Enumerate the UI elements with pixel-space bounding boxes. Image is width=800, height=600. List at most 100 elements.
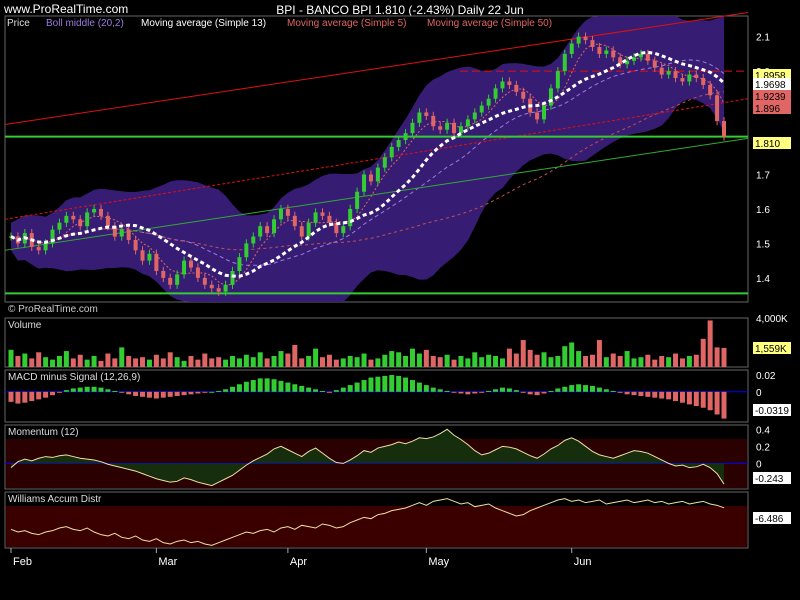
candle <box>715 95 720 122</box>
volume-bar <box>444 354 450 367</box>
candle <box>465 119 470 127</box>
candle <box>355 191 360 209</box>
candle <box>507 81 512 85</box>
volume-bar <box>548 357 554 367</box>
candle <box>202 277 207 285</box>
macd-bar <box>721 391 727 419</box>
candle <box>230 270 235 285</box>
candle <box>722 121 726 137</box>
volume-bar <box>652 359 658 367</box>
macd-bar <box>306 387 312 392</box>
volume-bar <box>264 358 270 367</box>
volume-bar <box>375 358 381 367</box>
macd-panel-label: MACD minus Signal (12,26,9) <box>8 372 140 383</box>
volume-bar <box>472 352 478 367</box>
volume-bar <box>306 355 312 367</box>
volume-bar <box>465 358 471 367</box>
macd-tick-label: 0 <box>756 388 762 399</box>
macd-bar <box>354 382 360 392</box>
candle <box>188 260 193 268</box>
candle <box>535 112 540 120</box>
volume-bar <box>555 355 561 367</box>
volume-bar <box>416 353 422 367</box>
volume-bar <box>333 359 339 367</box>
macd-bar <box>520 391 526 393</box>
volume-bar <box>347 355 353 367</box>
macd-bar <box>631 391 637 396</box>
chart-svg[interactable]: 2.12.01.91.81.71.61.51.41.89581.96981.92… <box>0 0 800 600</box>
macd-bar <box>216 390 222 392</box>
macd-tick-label: 0.02 <box>756 371 776 382</box>
macd-bar <box>617 391 623 393</box>
macd-bar <box>36 391 42 400</box>
candle <box>514 84 519 92</box>
macd-bar <box>278 380 284 392</box>
candle <box>431 115 436 127</box>
candle <box>272 219 277 234</box>
volume-bar <box>292 344 298 367</box>
volume-bar <box>368 359 374 367</box>
candle <box>645 53 650 61</box>
candle <box>424 112 429 116</box>
momentum-tick-label: 0 <box>756 459 762 470</box>
candle <box>78 219 83 227</box>
macd-bar <box>499 387 505 392</box>
volume-bar <box>714 347 720 367</box>
volume-bar <box>403 355 409 367</box>
candle <box>251 236 256 244</box>
macd-bar <box>430 387 436 392</box>
volume-bar <box>56 355 62 367</box>
candle <box>161 270 166 278</box>
macd-bar <box>610 390 616 392</box>
candle <box>36 246 41 251</box>
macd-bar <box>133 391 139 396</box>
volume-panel-label: Volume <box>8 320 42 331</box>
volume-bar <box>430 355 436 367</box>
volume-bar <box>98 360 104 367</box>
volume-bar <box>216 357 222 367</box>
candle <box>666 71 671 75</box>
candle <box>652 60 657 68</box>
volume-bar <box>389 351 395 367</box>
macd-bar <box>375 376 381 392</box>
macd-bar <box>707 391 713 411</box>
candle <box>258 226 263 237</box>
macd-bar <box>223 389 229 392</box>
volume-bar <box>707 320 713 367</box>
candle <box>500 81 505 89</box>
macd-bar <box>112 390 118 392</box>
volume-bar <box>146 359 152 367</box>
candle <box>327 215 332 223</box>
volume-bar <box>202 353 208 367</box>
price-value-tag: 1.896 <box>755 104 780 115</box>
candle <box>410 122 415 134</box>
month-label-apr: Apr <box>290 556 307 568</box>
volume-bar <box>313 348 319 367</box>
volume-bar <box>686 355 692 367</box>
volume-bar <box>576 351 582 367</box>
volume-bar <box>77 354 83 367</box>
candle <box>542 105 547 120</box>
volume-bar <box>119 347 125 367</box>
macd-bar <box>493 389 499 392</box>
volume-bar <box>223 359 229 367</box>
volume-bar <box>126 355 132 367</box>
volume-bar <box>326 354 332 367</box>
price-tick-label: 2.1 <box>756 33 770 44</box>
macd-bar <box>160 391 166 398</box>
volume-bar <box>659 355 665 367</box>
volume-bar <box>493 355 499 367</box>
macd-bar <box>659 391 665 399</box>
macd-bar <box>589 385 595 392</box>
macd-bar <box>236 384 242 392</box>
candle <box>105 215 110 227</box>
macd-bar <box>202 391 208 393</box>
macd-bar <box>555 388 561 392</box>
candle <box>569 43 574 54</box>
volume-bar <box>140 357 146 367</box>
macd-bar <box>562 386 568 392</box>
macd-bar <box>396 375 402 392</box>
volume-bar <box>271 355 277 367</box>
candle <box>486 98 491 106</box>
candle <box>299 226 304 237</box>
